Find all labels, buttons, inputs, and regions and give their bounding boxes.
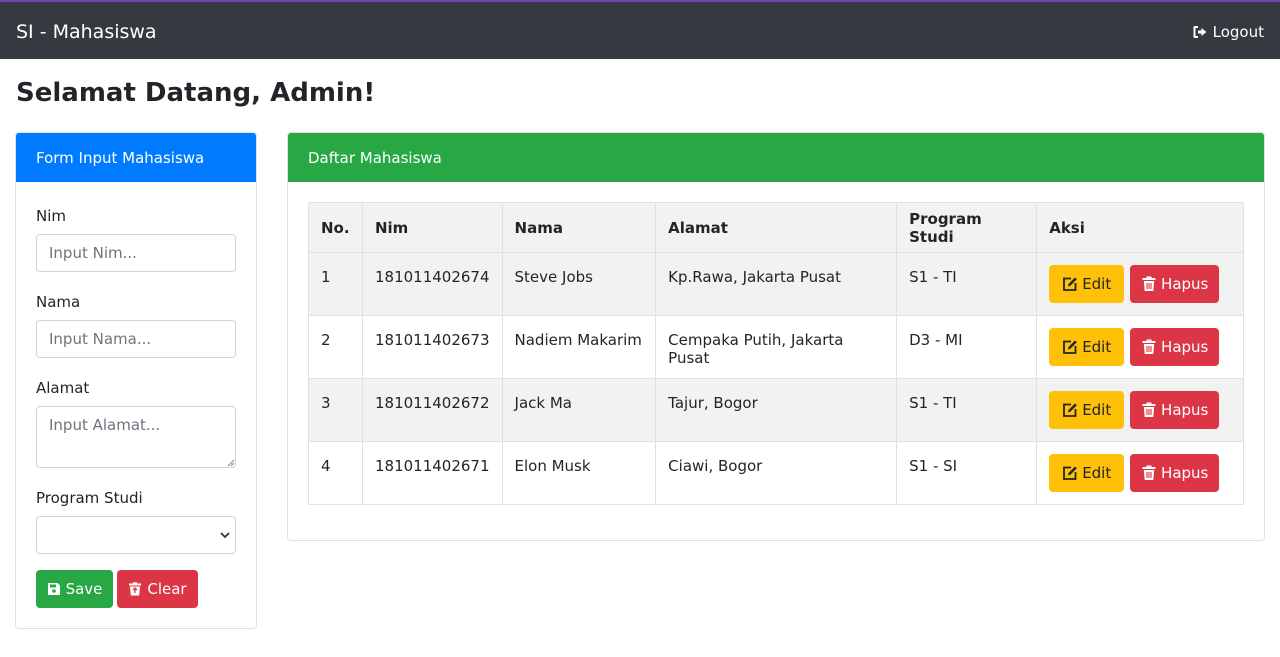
cell-aksi: Edit Hapus bbox=[1036, 378, 1244, 442]
resize-grip-icon[interactable] bbox=[227, 459, 235, 467]
column-header-no: No. bbox=[308, 202, 363, 253]
cell-aksi: Edit Hapus bbox=[1036, 252, 1244, 316]
hapus-button[interactable]: Hapus bbox=[1130, 328, 1220, 366]
trash-icon bbox=[1141, 276, 1157, 292]
table-row: 1 181011402674 Steve Jobs Kp.Rawa, Jakar… bbox=[308, 252, 1244, 316]
navbar: SI - Mahasiswa Logout bbox=[0, 2, 1280, 59]
edit-button[interactable]: Edit bbox=[1049, 454, 1125, 492]
sign-out-icon bbox=[1192, 24, 1208, 40]
logout-link[interactable]: Logout bbox=[1192, 22, 1264, 42]
column-header-prodi: Program Studi bbox=[896, 202, 1038, 253]
cell-prodi: D3 - MI bbox=[896, 315, 1038, 379]
cell-alamat: Ciawi, Bogor bbox=[655, 441, 898, 505]
hapus-button[interactable]: Hapus bbox=[1130, 265, 1220, 303]
list-card-header: Daftar Mahasiswa bbox=[288, 133, 1264, 182]
edit-label: Edit bbox=[1082, 401, 1112, 419]
clear-button[interactable]: Clear bbox=[117, 570, 198, 608]
clear-label: Clear bbox=[147, 580, 187, 598]
cell-nim: 181011402672 bbox=[361, 378, 503, 442]
column-header-aksi: Aksi bbox=[1036, 202, 1244, 253]
cell-alamat: Cempaka Putih, Jakarta Pusat bbox=[655, 315, 898, 379]
nama-label: Nama bbox=[36, 293, 81, 311]
brand-title[interactable]: SI - Mahasiswa bbox=[16, 21, 157, 43]
trash-icon bbox=[1141, 339, 1157, 355]
nim-label: Nim bbox=[36, 207, 66, 225]
cell-no: 4 bbox=[308, 441, 363, 505]
cell-no: 3 bbox=[308, 378, 363, 442]
cell-no: 2 bbox=[308, 315, 363, 379]
hapus-label: Hapus bbox=[1161, 464, 1209, 482]
logout-label: Logout bbox=[1212, 23, 1264, 41]
edit-icon bbox=[1062, 339, 1078, 355]
cell-aksi: Edit Hapus bbox=[1036, 441, 1244, 505]
edit-button[interactable]: Edit bbox=[1049, 391, 1125, 429]
cell-nim: 181011402673 bbox=[361, 315, 503, 379]
edit-icon bbox=[1062, 465, 1078, 481]
list-card: Daftar Mahasiswa No. Nim Nama Alamat Pro… bbox=[287, 132, 1265, 541]
cell-nama: Elon Musk bbox=[501, 441, 657, 505]
cell-nama: Jack Ma bbox=[501, 378, 657, 442]
column-header-alamat: Alamat bbox=[655, 202, 898, 253]
hapus-label: Hapus bbox=[1161, 275, 1209, 293]
cell-no: 1 bbox=[308, 252, 363, 316]
edit-label: Edit bbox=[1082, 275, 1112, 293]
table-body: 1 181011402674 Steve Jobs Kp.Rawa, Jakar… bbox=[308, 252, 1244, 505]
edit-icon bbox=[1062, 402, 1078, 418]
cell-aksi: Edit Hapus bbox=[1036, 315, 1244, 379]
edit-button[interactable]: Edit bbox=[1049, 328, 1125, 366]
cell-nama: Nadiem Makarim bbox=[501, 315, 657, 379]
table-header-row: No. Nim Nama Alamat Program Studi Aksi bbox=[308, 202, 1244, 253]
cell-prodi: S1 - SI bbox=[896, 441, 1038, 505]
trash-icon bbox=[1141, 402, 1157, 418]
prodi-select[interactable] bbox=[36, 516, 236, 554]
form-card-header: Form Input Mahasiswa bbox=[16, 133, 256, 182]
cell-prodi: S1 - TI bbox=[896, 378, 1038, 442]
alamat-label: Alamat bbox=[36, 379, 90, 397]
trash-icon bbox=[128, 582, 142, 596]
save-label: Save bbox=[65, 580, 103, 598]
save-button[interactable]: Save bbox=[36, 570, 113, 608]
cell-prodi: S1 - TI bbox=[896, 252, 1038, 316]
table-row: 3 181011402672 Jack Ma Tajur, Bogor S1 -… bbox=[308, 378, 1244, 442]
edit-label: Edit bbox=[1082, 464, 1112, 482]
column-header-nama: Nama bbox=[501, 202, 657, 253]
cell-alamat: Tajur, Bogor bbox=[655, 378, 898, 442]
cell-alamat: Kp.Rawa, Jakarta Pusat bbox=[655, 252, 898, 316]
edit-label: Edit bbox=[1082, 338, 1112, 356]
prodi-label: Program Studi bbox=[36, 489, 143, 507]
cell-nama: Steve Jobs bbox=[501, 252, 657, 316]
cell-nim: 181011402671 bbox=[361, 441, 503, 505]
cell-nim: 181011402674 bbox=[361, 252, 503, 316]
column-header-nim: Nim bbox=[361, 202, 503, 253]
alamat-textarea[interactable] bbox=[36, 406, 236, 468]
mahasiswa-table: No. Nim Nama Alamat Program Studi Aksi 1… bbox=[308, 202, 1244, 505]
page-title: Selamat Datang, Admin! bbox=[16, 78, 376, 108]
hapus-label: Hapus bbox=[1161, 338, 1209, 356]
form-card: Form Input Mahasiswa Nim Nama Alamat Pro… bbox=[15, 132, 257, 629]
trash-icon bbox=[1141, 465, 1157, 481]
edit-button[interactable]: Edit bbox=[1049, 265, 1125, 303]
hapus-button[interactable]: Hapus bbox=[1130, 391, 1220, 429]
edit-icon bbox=[1062, 276, 1078, 292]
nama-input[interactable] bbox=[36, 320, 236, 358]
save-icon bbox=[47, 582, 61, 596]
nim-input[interactable] bbox=[36, 234, 236, 272]
hapus-button[interactable]: Hapus bbox=[1130, 454, 1220, 492]
hapus-label: Hapus bbox=[1161, 401, 1209, 419]
table-row: 4 181011402671 Elon Musk Ciawi, Bogor S1… bbox=[308, 441, 1244, 505]
table-row: 2 181011402673 Nadiem Makarim Cempaka Pu… bbox=[308, 315, 1244, 379]
